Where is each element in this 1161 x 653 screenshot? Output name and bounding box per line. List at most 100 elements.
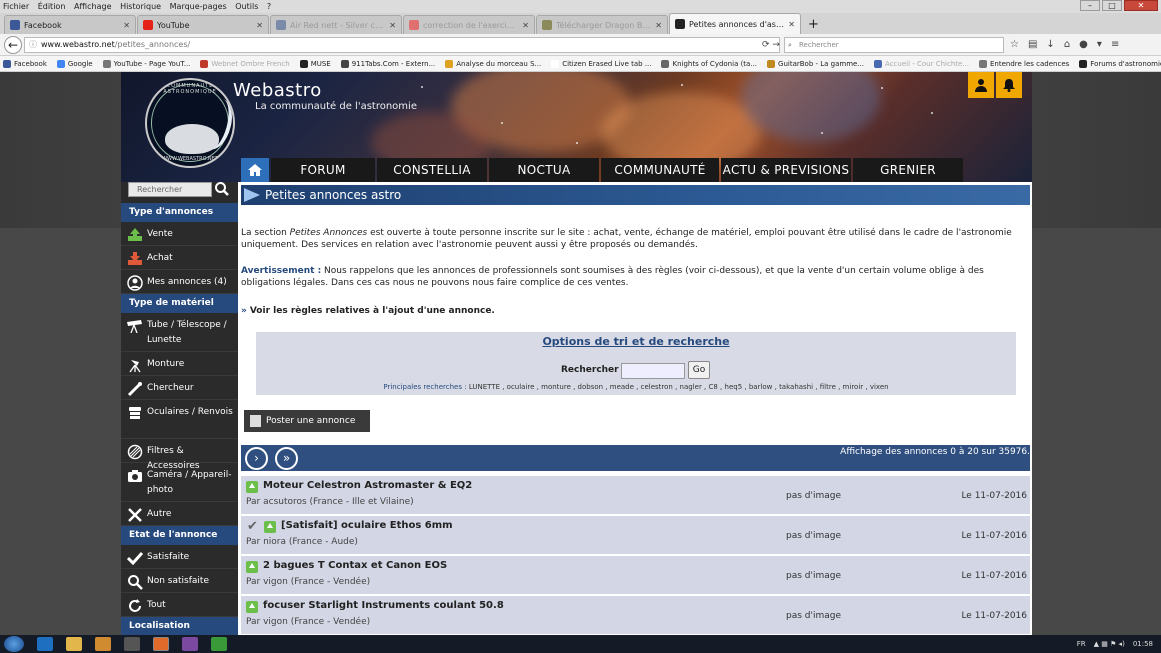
close-window-button[interactable]: ✕ <box>1124 0 1158 11</box>
tab-close-icon[interactable]: ✕ <box>655 21 662 30</box>
bookmark-item[interactable]: GuitarBob - La gamme... <box>764 59 864 68</box>
go-button[interactable]: Go <box>688 361 710 379</box>
site-logo[interactable]: COMMUNAUTÉ ASTRONOMIQUE WWW.WEBASTRO.NET <box>145 78 235 168</box>
chat-icon[interactable]: ● <box>1079 37 1088 53</box>
next-page-icon[interactable]: › <box>245 447 268 470</box>
bookmark-item[interactable]: Google <box>54 59 93 68</box>
sidebar-item[interactable]: Vente <box>121 222 238 246</box>
pocket-icon[interactable]: ▾ <box>1097 37 1102 53</box>
listing-title[interactable]: 2 bagues T Contax et Canon EOS <box>263 560 447 571</box>
chrome-icon[interactable] <box>211 637 227 651</box>
tab-close-icon[interactable]: ✕ <box>123 21 130 30</box>
browser-tab-5[interactable]: Petites annonces d'astrono... ✕ <box>669 13 801 34</box>
nav-item-0[interactable]: FORUM <box>271 158 375 182</box>
nav-item-5[interactable]: GRENIER <box>853 158 963 182</box>
menu-icon[interactable]: ≡ <box>1111 37 1119 53</box>
menu-help[interactable]: ? <box>267 2 271 11</box>
sidebar-item[interactable]: Chercheur <box>121 376 238 400</box>
listing-search-input[interactable] <box>621 363 685 379</box>
sidebar-item[interactable]: Caméra / Appareil-photo <box>121 463 238 502</box>
menu-edition[interactable]: Édition <box>38 2 66 11</box>
reading-list-icon[interactable]: ▤ <box>1028 37 1037 53</box>
download-icon[interactable]: ↓ <box>1046 37 1054 53</box>
site-brand[interactable]: Webastro <box>233 80 322 101</box>
browser-tab-3[interactable]: correction de l'exercice dr... ✕ <box>403 15 535 34</box>
bell-icon[interactable] <box>996 72 1022 98</box>
tab-close-icon[interactable]: ✕ <box>256 21 263 30</box>
explorer-icon[interactable] <box>66 637 82 651</box>
bookmark-item[interactable]: Analyse du morceau S... <box>442 59 541 68</box>
menu-outils[interactable]: Outils <box>235 2 258 11</box>
listing-title[interactable]: [Satisfait] oculaire Ethos 6mm <box>281 520 453 531</box>
sidebar-item[interactable]: Tout <box>121 593 238 617</box>
bookmark-item[interactable]: Citizen Erased Live tab ... <box>548 59 651 68</box>
clock[interactable]: 01:58 <box>1133 640 1153 648</box>
bookmark-star-icon[interactable]: ☆ <box>1010 37 1019 53</box>
sidebar-item[interactable]: Mes annonces (4) <box>121 270 238 294</box>
info-icon[interactable]: ⓘ <box>29 38 37 52</box>
listing-title[interactable]: focuser Starlight Instruments coulant 50… <box>263 600 504 611</box>
app-icon[interactable] <box>124 637 140 651</box>
menu-marque-pages[interactable]: Marque-pages <box>170 2 227 11</box>
minimize-button[interactable]: – <box>1080 0 1100 11</box>
last-page-icon[interactable]: » <box>275 447 298 470</box>
sidebar-item[interactable]: Non satisfaite <box>121 569 238 593</box>
listing-row[interactable]: 2 bagues T Contax et Canon EOS Par vigon … <box>241 555 1030 594</box>
listing-row[interactable]: Moteur Celestron Astromaster & EQ2 Par ac… <box>241 475 1030 514</box>
nav-item-2[interactable]: NOCTUA <box>489 158 599 182</box>
browser-tab-4[interactable]: Télécharger Dragon Ball Su...✕ <box>536 15 668 34</box>
sidebar-item[interactable]: Monture <box>121 352 238 376</box>
bookmark-item[interactable]: 911Tabs.Com - Extern... <box>338 59 435 68</box>
app2-icon[interactable] <box>182 637 198 651</box>
bookmark-item[interactable]: Entendre les cadences <box>976 59 1069 68</box>
url-bar[interactable]: ⓘ www.webastro.net/petites_annonces/ <box>24 37 780 53</box>
nav-home-icon[interactable] <box>241 158 269 182</box>
reload-icon[interactable]: ⟳ → <box>762 37 780 53</box>
bookmark-item[interactable]: Facebook <box>0 59 47 68</box>
options-title[interactable]: Options de tri et de recherche <box>256 335 1016 348</box>
tab-close-icon[interactable]: ✕ <box>389 21 396 30</box>
browser-tab-2[interactable]: Air Red nett - Silver celeste a... ✕ <box>270 15 402 34</box>
maximize-button[interactable]: □ <box>1102 0 1122 11</box>
bookmark-item[interactable]: YouTube - Page YouT... <box>100 59 190 68</box>
home-icon[interactable]: ⌂ <box>1064 37 1070 53</box>
menu-affichage[interactable]: Affichage <box>74 2 112 11</box>
bookmark-item[interactable]: MUSE <box>297 59 331 68</box>
nav-item-4[interactable]: ACTU & PREVISIONS <box>721 158 851 182</box>
tab-close-icon[interactable]: ✕ <box>788 20 795 29</box>
browser-tab-1[interactable]: YouTube ✕ <box>137 15 269 34</box>
sidebar-search-input[interactable]: Rechercher <box>128 182 212 197</box>
sidebar-item[interactable]: Tube / Télescope / Lunette <box>121 313 238 352</box>
rules-link[interactable]: » Voir les règles relatives à l'ajout d'u… <box>241 306 495 316</box>
post-ad-button[interactable]: Poster une annonce <box>244 410 370 432</box>
ie-icon[interactable] <box>37 637 53 651</box>
media-icon[interactable] <box>95 637 111 651</box>
listing-row[interactable]: ✔ [Satisfait] oculaire Ethos 6mm Par niora… <box>241 515 1030 554</box>
sidebar-search-icon[interactable] <box>214 181 230 197</box>
browser-tab-0[interactable]: Facebook ✕ <box>4 15 136 34</box>
back-button[interactable]: ← <box>4 36 22 54</box>
sidebar-item[interactable]: Satisfaite <box>121 545 238 569</box>
sidebar-item[interactable]: Autre <box>121 502 238 526</box>
user-icon[interactable] <box>968 72 994 98</box>
bookmark-item[interactable]: Accueil - Cour Chichte... <box>871 59 969 68</box>
sidebar-item[interactable]: Oculaires / Renvois <box>121 400 238 439</box>
nav-item-3[interactable]: COMMUNAUTÉ <box>601 158 719 182</box>
listing-row[interactable]: focuser Starlight Instruments coulant 50… <box>241 595 1030 634</box>
language-indicator[interactable]: FR <box>1077 640 1086 648</box>
bookmark-item[interactable]: Forums d'astronomie ... <box>1076 59 1161 68</box>
bookmark-item[interactable]: Webnet Ombre French <box>197 59 290 68</box>
sidebar-item[interactable]: Achat <box>121 246 238 270</box>
new-tab-button[interactable]: + <box>808 16 819 34</box>
menu-historique[interactable]: Historique <box>120 2 161 11</box>
listing-title[interactable]: Moteur Celestron Astromaster & EQ2 <box>263 480 472 491</box>
start-button[interactable] <box>4 636 24 652</box>
bookmark-item[interactable]: Knights of Cydonia (ta... <box>658 59 757 68</box>
menu-fichier[interactable]: Fichier <box>3 2 29 11</box>
tray-icons[interactable]: ▲ ▦ ⚑ ◂) <box>1094 640 1125 648</box>
browser-search-input[interactable]: ⌕ Rechercher <box>784 37 1004 53</box>
nav-item-1[interactable]: CONSTELLIA <box>377 158 487 182</box>
sidebar-item[interactable]: Filtres & Accessoires <box>121 439 238 471</box>
firefox-icon[interactable] <box>153 637 169 651</box>
tab-close-icon[interactable]: ✕ <box>522 21 529 30</box>
